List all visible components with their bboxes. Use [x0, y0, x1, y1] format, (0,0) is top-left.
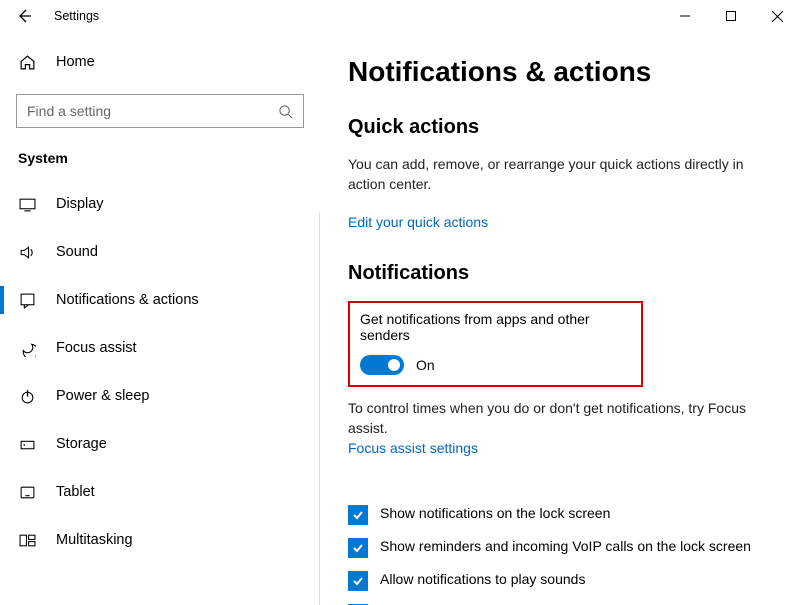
sidebar-item-multitasking[interactable]: Multitasking [0, 516, 320, 564]
check-reminders-voip[interactable]: Show reminders and incoming VoIP calls o… [348, 537, 780, 558]
check-label: Allow notifications to play sounds [380, 570, 585, 590]
notifications-toggle[interactable] [360, 355, 404, 375]
power-icon [18, 388, 36, 405]
sound-icon [18, 244, 36, 261]
home-icon [18, 54, 36, 71]
toggle-state: On [416, 357, 435, 373]
window-title: Settings [54, 9, 99, 23]
sidebar-divider [319, 212, 320, 605]
sidebar: Home Find a setting System Display Sound… [0, 32, 320, 605]
nav-label: Storage [56, 436, 107, 452]
quick-actions-section: Quick actions You can add, remove, or re… [348, 116, 780, 232]
minimize-button[interactable] [662, 0, 708, 32]
nav-label: Multitasking [56, 532, 133, 548]
sidebar-item-focus-assist[interactable]: Focus assist [0, 324, 320, 372]
notifications-section: Notifications Get notifications from app… [348, 262, 780, 605]
quick-actions-title: Quick actions [348, 116, 780, 139]
page-title: Notifications & actions [348, 56, 780, 88]
back-button[interactable] [14, 6, 34, 26]
sidebar-item-sound[interactable]: Sound [0, 228, 320, 276]
home-nav[interactable]: Home [0, 42, 320, 82]
nav-label: Notifications & actions [56, 292, 199, 308]
window-controls [662, 0, 800, 32]
sidebar-item-storage[interactable]: Storage [0, 420, 320, 468]
checkbox-icon [348, 538, 368, 558]
sidebar-section: System [0, 128, 320, 180]
maximize-button[interactable] [708, 0, 754, 32]
toggle-label: Get notifications from apps and other se… [360, 311, 631, 343]
sidebar-item-display[interactable]: Display [0, 180, 320, 228]
nav-label: Display [56, 196, 104, 212]
multitasking-icon [18, 532, 36, 549]
nav-label: Tablet [56, 484, 95, 500]
main-content: Notifications & actions Quick actions Yo… [320, 32, 800, 605]
titlebar: Settings [0, 0, 800, 32]
edit-quick-actions-link[interactable]: Edit your quick actions [348, 214, 488, 230]
highlight-box: Get notifications from apps and other se… [348, 301, 643, 387]
quick-actions-desc: You can add, remove, or rearrange your q… [348, 155, 780, 194]
home-label: Home [56, 54, 95, 70]
nav-label: Focus assist [56, 340, 137, 356]
check-label: Show reminders and incoming VoIP calls o… [380, 537, 751, 557]
tablet-icon [18, 484, 36, 501]
check-lockscreen-notifications[interactable]: Show notifications on the lock screen [348, 504, 780, 525]
search-icon [278, 104, 293, 119]
notifications-icon [18, 292, 36, 309]
search-input[interactable]: Find a setting [16, 94, 304, 128]
notifications-title: Notifications [348, 262, 780, 285]
nav-label: Sound [56, 244, 98, 260]
checkbox-icon [348, 571, 368, 591]
check-play-sounds[interactable]: Allow notifications to play sounds [348, 570, 780, 591]
sidebar-item-power-sleep[interactable]: Power & sleep [0, 372, 320, 420]
nav-label: Power & sleep [56, 388, 150, 404]
focus-assist-helper: To control times when you do or don't ge… [348, 399, 780, 438]
focus-assist-link[interactable]: Focus assist settings [348, 440, 478, 456]
sidebar-item-notifications[interactable]: Notifications & actions [0, 276, 320, 324]
checkbox-icon [348, 505, 368, 525]
close-button[interactable] [754, 0, 800, 32]
search-placeholder: Find a setting [27, 103, 111, 119]
sidebar-item-tablet[interactable]: Tablet [0, 468, 320, 516]
storage-icon [18, 436, 36, 453]
display-icon [18, 196, 36, 213]
focus-icon [18, 340, 36, 357]
check-label: Show notifications on the lock screen [380, 504, 610, 524]
